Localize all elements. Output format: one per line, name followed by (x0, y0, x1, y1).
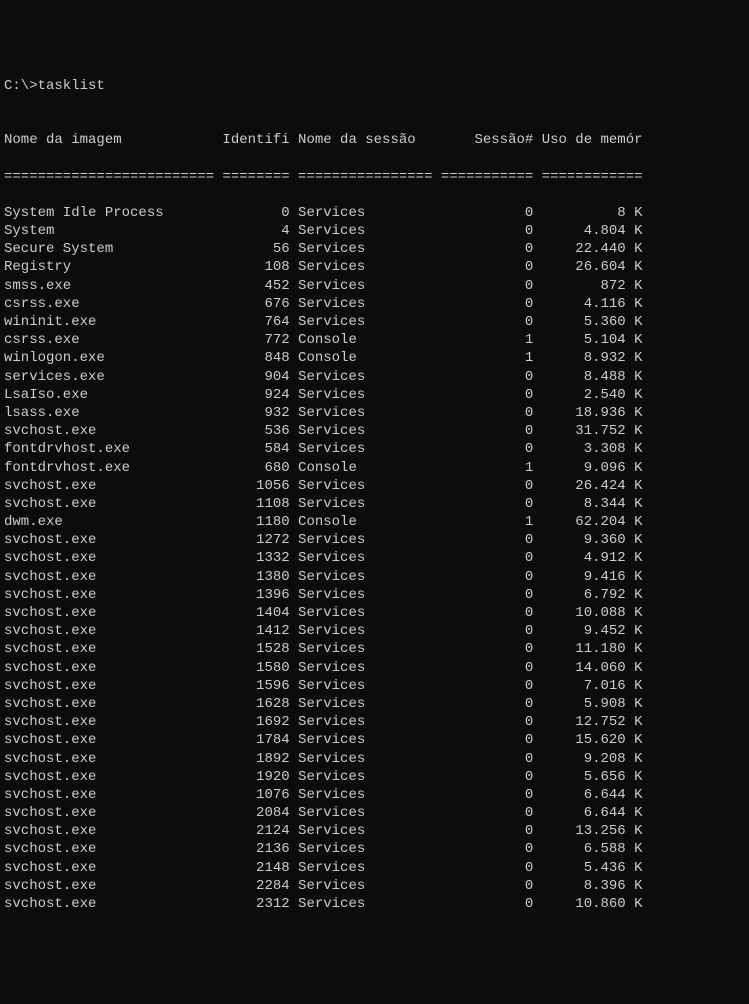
process-row: svchost.exe 1528 Services 0 11.180 K (4, 640, 749, 658)
process-row: svchost.exe 1692 Services 0 12.752 K (4, 713, 749, 731)
process-row: svchost.exe 1380 Services 0 9.416 K (4, 568, 749, 586)
process-row: svchost.exe 1108 Services 0 8.344 K (4, 495, 749, 513)
process-row: svchost.exe 1396 Services 0 6.792 K (4, 586, 749, 604)
process-row: svchost.exe 1892 Services 0 9.208 K (4, 750, 749, 768)
process-row: wininit.exe 764 Services 0 5.360 K (4, 313, 749, 331)
process-row: svchost.exe 1580 Services 0 14.060 K (4, 659, 749, 677)
process-row: LsaIso.exe 924 Services 0 2.540 K (4, 386, 749, 404)
process-row: svchost.exe 1404 Services 0 10.088 K (4, 604, 749, 622)
process-row: svchost.exe 2148 Services 0 5.436 K (4, 859, 749, 877)
process-row: svchost.exe 1784 Services 0 15.620 K (4, 731, 749, 749)
process-row: svchost.exe 1920 Services 0 5.656 K (4, 768, 749, 786)
process-row: Secure System 56 Services 0 22.440 K (4, 240, 749, 258)
process-row: lsass.exe 932 Services 0 18.936 K (4, 404, 749, 422)
process-row: svchost.exe 1596 Services 0 7.016 K (4, 677, 749, 695)
command-prompt: C:\>tasklist (4, 77, 749, 95)
process-row: fontdrvhost.exe 584 Services 0 3.308 K (4, 440, 749, 458)
process-row: csrss.exe 676 Services 0 4.116 K (4, 295, 749, 313)
process-row: svchost.exe 2084 Services 0 6.644 K (4, 804, 749, 822)
process-row: Registry 108 Services 0 26.604 K (4, 258, 749, 276)
process-row: svchost.exe 536 Services 0 31.752 K (4, 422, 749, 440)
separator: ========================= ======== =====… (4, 168, 749, 186)
process-row: svchost.exe 1056 Services 0 26.424 K (4, 477, 749, 495)
process-row: fontdrvhost.exe 680 Console 1 9.096 K (4, 459, 749, 477)
process-row: svchost.exe 1076 Services 0 6.644 K (4, 786, 749, 804)
process-row: svchost.exe 2312 Services 0 10.860 K (4, 895, 749, 913)
process-row: svchost.exe 2284 Services 0 8.396 K (4, 877, 749, 895)
process-row: svchost.exe 2124 Services 0 13.256 K (4, 822, 749, 840)
process-row: svchost.exe 1332 Services 0 4.912 K (4, 549, 749, 567)
process-row: smss.exe 452 Services 0 872 K (4, 277, 749, 295)
process-row: svchost.exe 1628 Services 0 5.908 K (4, 695, 749, 713)
process-row: services.exe 904 Services 0 8.488 K (4, 368, 749, 386)
process-row: winlogon.exe 848 Console 1 8.932 K (4, 349, 749, 367)
process-row: svchost.exe 2136 Services 0 6.588 K (4, 840, 749, 858)
process-row: svchost.exe 1412 Services 0 9.452 K (4, 622, 749, 640)
process-row: svchost.exe 1272 Services 0 9.360 K (4, 531, 749, 549)
column-headers: Nome da imagem Identifi Nome da sessão S… (4, 131, 749, 149)
process-row: System 4 Services 0 4.804 K (4, 222, 749, 240)
process-row: csrss.exe 772 Console 1 5.104 K (4, 331, 749, 349)
process-row: System Idle Process 0 Services 0 8 K (4, 204, 749, 222)
process-list: System Idle Process 0 Services 0 8 KSyst… (4, 204, 749, 913)
process-row: dwm.exe 1180 Console 1 62.204 K (4, 513, 749, 531)
